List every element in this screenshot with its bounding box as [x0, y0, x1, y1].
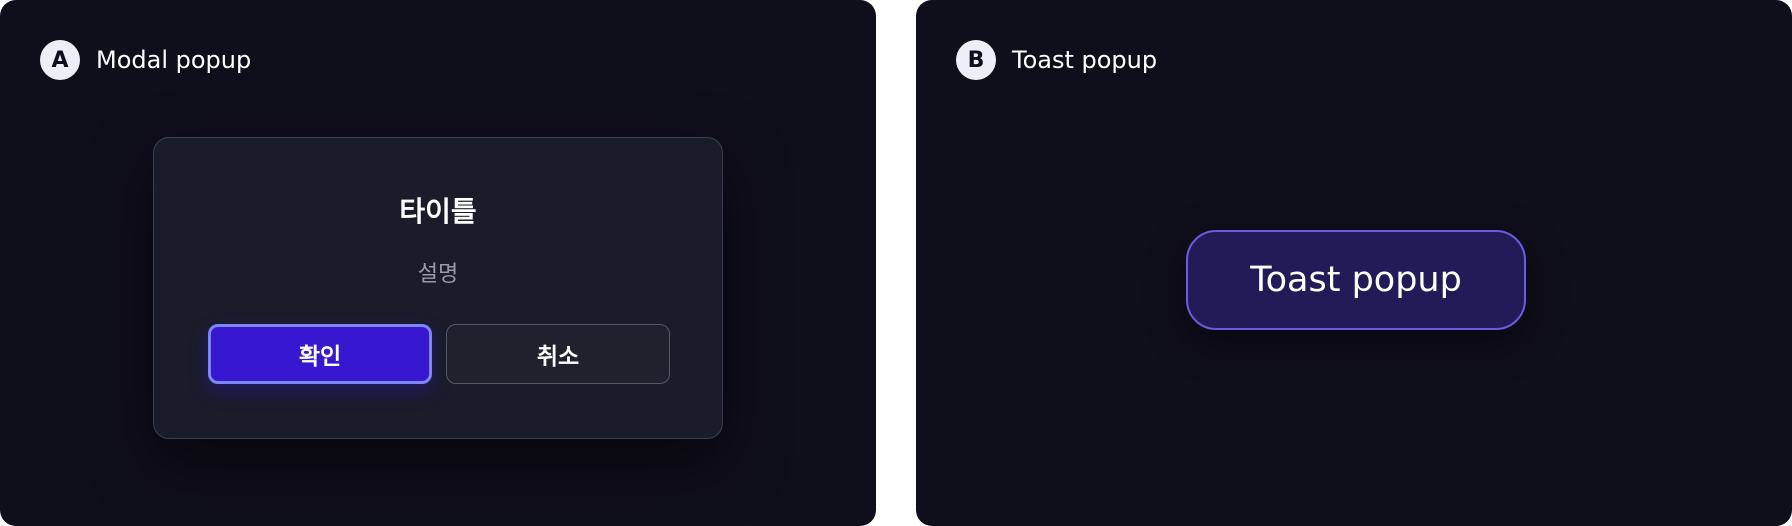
panel-badge: B: [956, 40, 996, 80]
cancel-button[interactable]: 취소: [446, 324, 670, 384]
panel-badge: A: [40, 40, 80, 80]
modal-title: 타이틀: [399, 195, 477, 228]
panel-header: B Toast popup: [956, 40, 1157, 80]
confirm-button[interactable]: 확인: [208, 324, 432, 384]
toast-popup-panel: B Toast popup Toast popup: [916, 0, 1792, 526]
panel-header: A Modal popup: [40, 40, 251, 80]
modal-dialog: 타이틀 설명 확인 취소: [153, 137, 723, 439]
modal-description: 설명: [417, 262, 459, 287]
modal-popup-panel: A Modal popup 타이틀 설명 확인 취소: [0, 0, 876, 526]
panel-title: Toast popup: [1012, 46, 1158, 74]
toast-message: Toast popup: [1186, 230, 1526, 330]
panel-title: Modal popup: [96, 46, 252, 74]
